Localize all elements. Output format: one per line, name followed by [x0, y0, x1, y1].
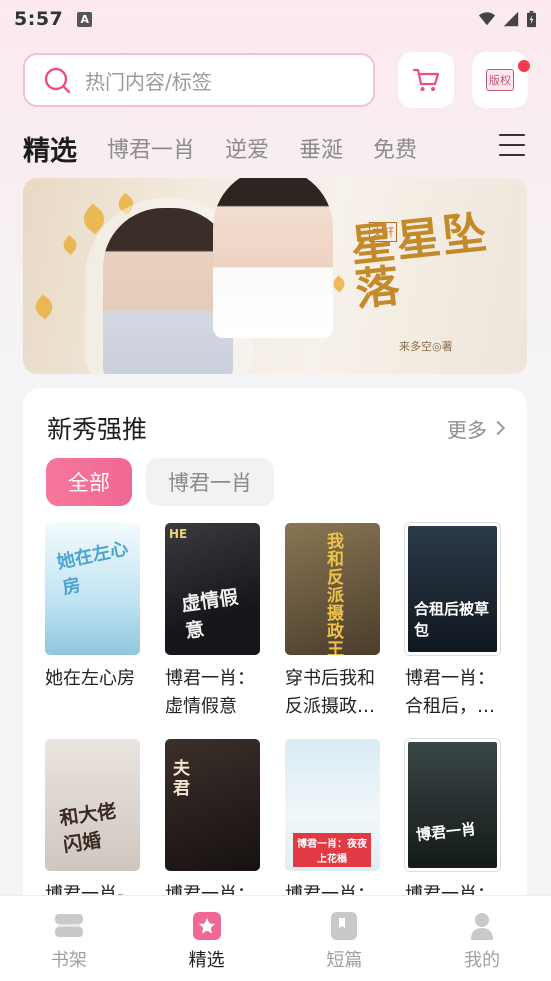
bookshelf-icon	[54, 914, 83, 937]
leaf-decoration	[60, 235, 80, 255]
nav-label: 我的	[464, 950, 501, 971]
chevron-right-icon	[490, 420, 506, 436]
cover-title: 合租后被草包	[414, 600, 490, 639]
recommend-section: 新秀强推 更多 全部 博君一肖 她在左心房 她在左心房 HE 虚情假意 博君一肖…	[23, 388, 527, 908]
cart-button[interactable]	[398, 52, 454, 108]
signal-icon	[503, 11, 519, 27]
nav-label: 精选	[188, 950, 225, 971]
section-title: 新秀强推	[47, 415, 148, 444]
more-label: 更多	[447, 417, 487, 442]
bottom-navigation: 书架 精选 短篇 我的	[0, 895, 551, 981]
book-cover: 合租后被草包	[405, 523, 500, 655]
search-icon	[44, 67, 71, 94]
tab-free[interactable]: 免费	[373, 132, 417, 164]
nav-featured[interactable]: 精选	[138, 896, 276, 981]
cover-title: 她在左心房	[55, 537, 131, 599]
banner-title-art: 星星坠落	[348, 207, 491, 317]
menu-icon[interactable]	[499, 134, 525, 158]
nav-bookshelf[interactable]: 书架	[0, 896, 138, 981]
cover-title: 和大佬闪婚	[58, 800, 118, 857]
search-row: 热门内容/标签 版权	[23, 52, 530, 108]
book-title: 博君一肖：合租后，…	[405, 668, 495, 717]
tab-featured[interactable]: 精选	[23, 129, 77, 168]
book-title: 穿书后我和反派摄政…	[285, 668, 375, 717]
book-cover: 博君一肖	[405, 739, 500, 871]
nav-short-story[interactable]: 短篇	[276, 896, 414, 981]
leaf-decoration	[31, 294, 57, 320]
book-item[interactable]: HE 虚情假意 博君一肖：虚情假意	[165, 523, 261, 721]
promo-banner[interactable]: 文轩 星星坠落 来多空◎著	[23, 178, 527, 374]
copyright-icon: 版权	[486, 69, 514, 91]
cover-title: 夫君	[173, 759, 190, 799]
tab-bojunyixiao[interactable]: 博君一肖	[107, 132, 195, 164]
book-cover: 和大佬闪婚	[45, 739, 140, 871]
book-cover: 博君一肖：夜夜上花榻	[285, 739, 380, 871]
book-cover: HE 虚情假意	[165, 523, 260, 655]
filter-bojunyixiao[interactable]: 博君一肖	[146, 458, 274, 506]
banner-author: 来多空◎著	[399, 340, 453, 353]
book-item[interactable]: 合租后被草包 博君一肖：合租后，…	[405, 523, 501, 721]
book-cover: 夫君	[165, 739, 260, 871]
copyright-button[interactable]: 版权	[472, 52, 530, 108]
leaf-decoration	[330, 275, 348, 293]
tab-chuixian[interactable]: 垂涎	[299, 132, 343, 164]
book-cover: 我和反派摄政王	[285, 523, 380, 655]
search-input[interactable]: 热门内容/标签	[23, 53, 375, 107]
book-item[interactable]: 夫君 博君一肖：	[165, 739, 261, 909]
cover-title: 我和反派摄政王	[327, 532, 344, 655]
book-cover: 她在左心房	[45, 523, 140, 655]
book-item[interactable]: 和大佬闪婚 博君一肖-	[45, 739, 141, 909]
featured-star-icon	[192, 912, 221, 940]
tab-niai[interactable]: 逆爱	[225, 132, 269, 164]
status-time: 5:57	[14, 8, 64, 30]
short-story-icon	[331, 912, 358, 940]
cover-title: 博君一肖	[415, 819, 477, 845]
section-header: 新秀强推 更多	[47, 410, 506, 446]
book-title: 她在左心房	[45, 668, 135, 689]
cover-badge: HE	[169, 527, 188, 541]
nav-profile[interactable]: 我的	[413, 896, 551, 981]
book-item[interactable]: 博君一肖：夜夜上花榻 博君一肖：	[285, 739, 381, 909]
battery-icon	[527, 10, 536, 28]
profile-icon	[471, 913, 494, 940]
category-tabs: 精选 博君一肖 逆爱 垂涎 免费	[23, 126, 539, 170]
filter-chips: 全部 博君一肖	[46, 458, 274, 506]
notification-icon: A	[77, 11, 93, 27]
banner-figure-right	[213, 178, 333, 338]
more-link[interactable]: 更多	[447, 414, 506, 443]
book-item[interactable]: 我和反派摄政王 穿书后我和反派摄政…	[285, 523, 381, 721]
notification-dot	[518, 60, 530, 72]
book-title: 博君一肖：虚情假意	[165, 668, 255, 717]
cart-icon	[412, 68, 440, 91]
wifi-icon	[478, 12, 496, 26]
status-bar: 5:57 A	[0, 0, 551, 38]
filter-all[interactable]: 全部	[46, 458, 132, 506]
nav-label: 书架	[50, 950, 87, 971]
nav-label: 短篇	[326, 950, 363, 971]
cover-title: 虚情假意	[180, 586, 240, 643]
book-item[interactable]: 她在左心房 她在左心房	[45, 523, 141, 693]
book-item[interactable]: 博君一肖 博君一肖：	[405, 739, 501, 909]
cover-title: 博君一肖：夜夜上花榻	[293, 833, 371, 867]
search-placeholder: 热门内容/标签	[85, 69, 212, 94]
